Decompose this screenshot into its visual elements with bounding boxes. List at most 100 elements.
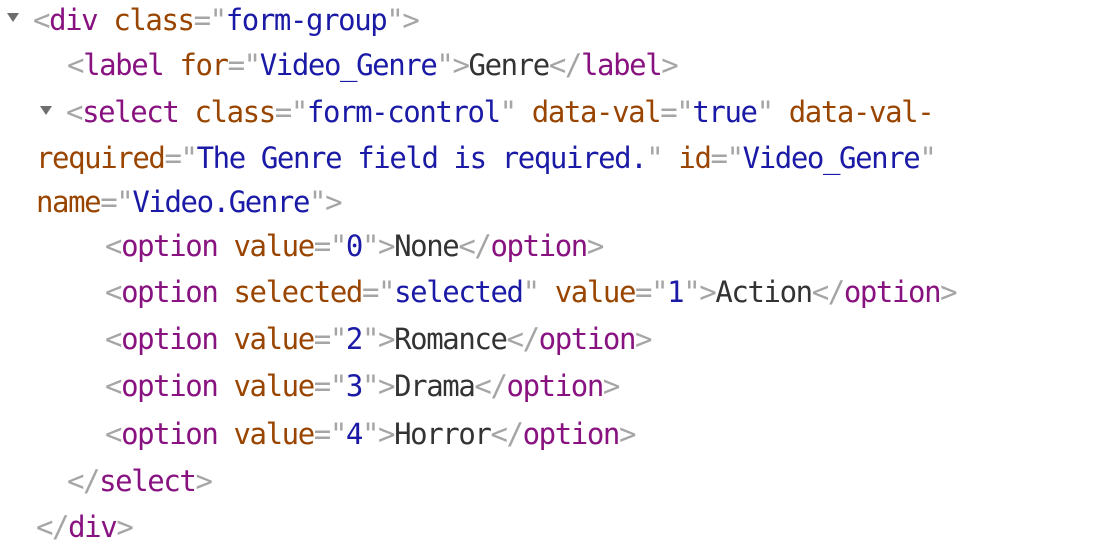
tag-name: option [121, 229, 219, 263]
tag-name: div [68, 510, 118, 544]
markup-punctuation: "> [386, 3, 420, 37]
text-content [773, 95, 789, 129]
attribute-value[interactable]: Video_Genre [260, 48, 438, 82]
markup-punctuation: "> [436, 48, 470, 82]
markup-punctuation: =" [100, 185, 134, 219]
expand-triangle-icon[interactable] [40, 106, 52, 115]
attribute-name[interactable]: data-val [532, 95, 662, 129]
attribute-name[interactable]: value [233, 322, 315, 356]
attribute-value[interactable]: 4 [346, 417, 363, 451]
markup-punctuation: =" [313, 417, 348, 451]
text-content [217, 275, 233, 309]
markup-punctuation: </ [458, 229, 492, 263]
attribute-value[interactable]: 0 [346, 229, 363, 263]
elements-tree: <div class="form-group"> <label for="Vid… [0, 0, 1100, 549]
markup-punctuation: " [756, 95, 774, 129]
text-content[interactable]: Romance [394, 322, 508, 356]
attribute-name[interactable]: value [555, 275, 637, 309]
tree-line-select-close[interactable]: </select> [67, 461, 213, 501]
attribute-name[interactable]: value [233, 417, 315, 451]
markup-punctuation: < [33, 3, 50, 37]
markup-punctuation: > [602, 369, 620, 403]
markup-punctuation: =" [274, 95, 309, 129]
tree-line-option[interactable]: <option value="4">Horror</option> [105, 414, 636, 454]
markup-punctuation: "> [361, 417, 396, 451]
markup-punctuation: "> [361, 369, 396, 403]
tag-name: option [843, 275, 942, 309]
text-content [97, 3, 113, 37]
text-content [163, 48, 179, 82]
markup-punctuation: > [586, 229, 604, 263]
markup-punctuation: < [67, 48, 84, 82]
attribute-value[interactable]: form-group [226, 3, 388, 37]
markup-punctuation: > [195, 464, 212, 498]
tree-line-div-close[interactable]: </div> [36, 507, 134, 547]
attribute-name[interactable]: selected [233, 275, 363, 309]
tag-name: option [490, 229, 588, 263]
attribute-name[interactable]: value [233, 369, 315, 403]
markup-punctuation: =" [193, 3, 228, 37]
attribute-name[interactable]: id [678, 141, 712, 175]
markup-punctuation: < [105, 322, 122, 356]
attribute-value[interactable]: Video.Genre [132, 185, 310, 219]
markup-punctuation: "> [309, 185, 343, 219]
markup-punctuation: =" [227, 48, 262, 82]
tag-name: label [83, 48, 165, 82]
attribute-name[interactable]: required [36, 141, 166, 175]
tree-line-select-open[interactable]: <select class="form-control" data-val="t… [66, 92, 935, 132]
attribute-name[interactable]: value [233, 229, 315, 263]
tree-line-option[interactable]: <option value="2">Romance</option> [105, 319, 652, 359]
tree-line-select-attrs[interactable]: required="The Genre field is required." … [36, 138, 937, 178]
markup-punctuation: =" [313, 369, 348, 403]
attribute-value[interactable]: 1 [667, 275, 684, 309]
text-content[interactable]: Drama [394, 369, 476, 403]
tree-line-label[interactable]: <label for="Video_Genre">Genre</label> [67, 45, 679, 85]
expand-triangle-icon[interactable] [7, 13, 19, 22]
markup-punctuation: </ [36, 510, 70, 544]
attribute-name[interactable]: data-val- [789, 95, 935, 129]
tag-name: option [121, 369, 219, 403]
tag-name: option [538, 322, 637, 356]
tree-line-option[interactable]: <option value="0">None</option> [105, 226, 604, 266]
text-content [217, 369, 233, 403]
markup-punctuation: </ [474, 369, 508, 403]
text-content [178, 95, 194, 129]
attribute-value[interactable]: form-control [307, 95, 501, 129]
tag-name: div [49, 3, 99, 37]
markup-punctuation: =" [164, 141, 198, 175]
markup-punctuation: </ [506, 322, 541, 356]
markup-punctuation: < [105, 369, 122, 403]
text-content [516, 95, 532, 129]
attribute-value[interactable]: selected [394, 275, 524, 309]
tree-line-option[interactable]: <option value="3">Drama</option> [105, 366, 620, 406]
markup-punctuation: > [940, 275, 957, 309]
markup-punctuation: =" [361, 275, 396, 309]
attribute-value[interactable]: 2 [346, 322, 363, 356]
tree-line-div-open[interactable]: <div class="form-group"> [33, 0, 420, 40]
text-content[interactable]: Action [715, 275, 813, 309]
text-content [539, 275, 555, 309]
markup-punctuation: =" [313, 229, 348, 263]
attribute-name[interactable]: class [194, 95, 276, 129]
text-content [217, 417, 233, 451]
text-content[interactable]: Genre [469, 48, 551, 82]
markup-punctuation: "> [361, 322, 396, 356]
attribute-value[interactable]: 3 [346, 369, 363, 403]
attribute-value[interactable]: true [692, 95, 758, 129]
text-content[interactable]: Horror [394, 417, 492, 451]
attribute-name[interactable]: name [36, 185, 102, 219]
markup-punctuation: > [618, 417, 636, 451]
text-content [662, 141, 678, 175]
attribute-name[interactable]: class [113, 3, 195, 37]
tree-line-option-selected[interactable]: <option selected="selected" value="1">Ac… [105, 272, 958, 312]
attribute-value[interactable]: The Genre field is required. [197, 141, 648, 175]
markup-punctuation: " [919, 141, 936, 175]
attribute-name[interactable]: for [179, 48, 229, 82]
attribute-value[interactable]: Video_Genre [743, 141, 921, 175]
markup-punctuation: > [661, 48, 678, 82]
text-content [217, 229, 233, 263]
markup-punctuation: =" [710, 141, 745, 175]
tree-line-select-attrs-end[interactable]: name="Video.Genre"> [36, 182, 343, 222]
markup-punctuation: " [499, 95, 517, 129]
text-content[interactable]: None [394, 229, 460, 263]
